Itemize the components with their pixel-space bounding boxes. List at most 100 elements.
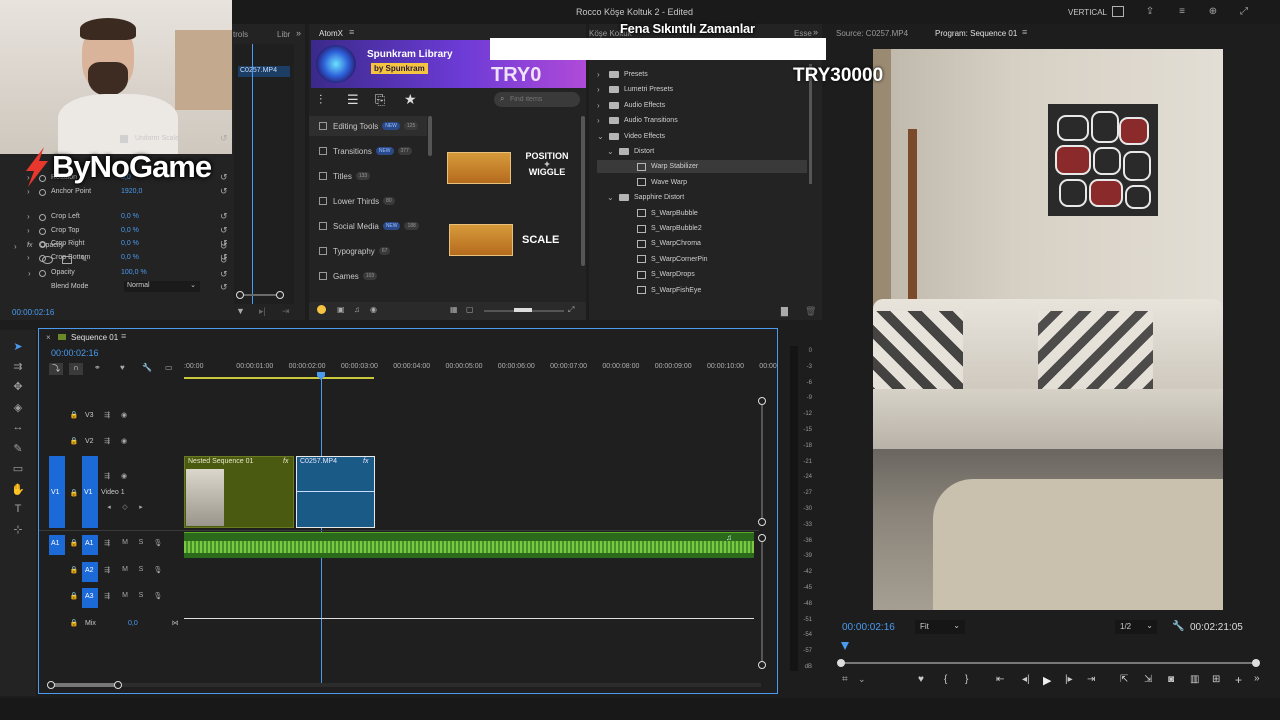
tab-source-monitor[interactable]: Source: C0257.MP4 <box>836 29 908 38</box>
tab-sequence[interactable]: Sequence 01 <box>71 333 118 342</box>
uniform-scale-checkbox[interactable] <box>120 135 128 143</box>
video-scroll-track[interactable] <box>761 405 763 519</box>
audio-clip-a1[interactable]: ♫ <box>184 532 754 558</box>
program-playhead[interactable] <box>841 642 849 650</box>
linked-selection-icon[interactable]: ⚭ <box>94 363 101 372</box>
category-scrollbar[interactable] <box>428 116 432 156</box>
a2-solo-button[interactable]: S <box>135 566 147 578</box>
delete-icon[interactable]: 🗑 <box>805 306 816 317</box>
chevron-down-icon[interactable]: ⌄ <box>597 132 609 141</box>
program-video-frame[interactable] <box>873 49 1223 610</box>
captions-icon[interactable]: ▭ <box>165 363 173 372</box>
tab-libraries[interactable]: Libr <box>277 30 290 39</box>
effects-folder-item[interactable]: › Lumetri Presets <box>597 83 807 96</box>
chevron-down-icon[interactable]: ⌄ <box>607 193 619 202</box>
snap-icon[interactable]: ∩ <box>69 363 83 375</box>
audio-scroll-top-handle[interactable] <box>758 534 766 542</box>
multi-camera-icon[interactable]: ⊞ <box>1212 674 1220 685</box>
chevron-right-icon[interactable]: › <box>597 116 609 125</box>
item-card-scale[interactable]: SCALE <box>442 218 580 268</box>
atomx-category-item[interactable]: Games 103 <box>309 266 378 286</box>
export-icon[interactable]: ⇥ <box>282 306 290 317</box>
favorites-star-icon[interactable]: ★ <box>404 91 417 108</box>
step-forward-icon[interactable]: |▸ <box>1065 674 1073 685</box>
effect-property-row[interactable]: › Crop Bottom 0,0 % ↺ <box>0 252 232 265</box>
hand-tool-icon[interactable]: ✋ <box>10 481 26 497</box>
grid-scrollbar[interactable] <box>581 116 585 266</box>
stopwatch-icon[interactable] <box>39 214 46 221</box>
mark-out-icon[interactable]: } <box>965 674 968 685</box>
video-scroll-bottom-handle[interactable] <box>758 518 766 526</box>
go-to-in-icon[interactable]: ⇤ <box>996 674 1004 685</box>
a2-sync-lock-icon[interactable]: ⇶ <box>101 566 113 578</box>
mix-fx-icon[interactable]: ⋈ <box>169 619 181 631</box>
a3-sync-lock-icon[interactable]: ⇶ <box>101 592 113 604</box>
mark-in-icon[interactable]: { <box>944 674 947 685</box>
ellipse-mask-icon[interactable] <box>42 256 53 264</box>
program-scrubber-track[interactable] <box>840 662 1256 664</box>
work-area-bar[interactable] <box>184 377 374 379</box>
item-card-position-wiggle[interactable]: POSITION + WIGGLE <box>442 146 580 196</box>
v2-lock-icon[interactable]: 🔒 <box>68 437 80 449</box>
v1-sync-lock-icon[interactable]: ⇶ <box>101 472 113 484</box>
reset-mask-icon[interactable]: ↺ <box>220 255 228 266</box>
effects-folder-item[interactable]: ⌄ Distort <box>597 145 807 158</box>
chevron-right-icon[interactable]: › <box>27 212 30 221</box>
opacity-group-chevron-icon[interactable]: › <box>14 242 17 251</box>
step-back-icon[interactable]: ◂| <box>1022 674 1030 685</box>
v3-lock-icon[interactable]: 🔒 <box>68 411 80 423</box>
grid-large-icon[interactable]: ▢ <box>466 305 474 314</box>
workspace-label[interactable]: VERTICAL <box>1068 8 1107 17</box>
reset-uniform-scale-icon[interactable]: ↺ <box>220 133 228 144</box>
atomx-category-item[interactable]: Lower Thirds 80 <box>309 191 395 211</box>
effect-controls-playhead[interactable] <box>252 44 253 304</box>
clip-chip[interactable]: C0257.MP4 <box>238 66 290 77</box>
timeline-settings-wrench-icon[interactable]: 🔧 <box>142 363 152 372</box>
extract-icon[interactable]: ⇲ <box>1144 674 1152 685</box>
effect-property-row[interactable]: › Crop Left 0,0 % ↺ <box>0 211 232 224</box>
atomx-category-item[interactable]: Titles 133 <box>309 166 371 186</box>
property-value[interactable]: 0,0 % <box>121 227 139 234</box>
play-icon[interactable]: ▶ <box>1043 674 1051 687</box>
a1-solo-button[interactable]: S <box>135 539 147 551</box>
opacity-chevron-icon[interactable]: › <box>28 269 31 278</box>
v3-eye-icon[interactable]: ◉ <box>118 411 130 423</box>
overlay-settings-chevron-icon[interactable]: ⌄ <box>858 674 866 685</box>
nest-toggle-icon[interactable]: ⤵ <box>49 363 63 375</box>
new-bin-icon[interactable]: ▇ <box>781 306 788 317</box>
slip-tool-icon[interactable]: ↔ <box>10 419 26 435</box>
export-frame-icon[interactable]: ◙ <box>1168 674 1174 685</box>
rectangle-tool-icon[interactable]: ▭ <box>10 460 26 476</box>
effects-effect-item[interactable]: S_WarpBubble <box>597 207 807 220</box>
slider-handle[interactable] <box>514 308 532 312</box>
effects-effect-item[interactable]: S_WarpFishEye <box>597 284 807 297</box>
property-value[interactable]: 1920,0 <box>121 188 142 195</box>
go-to-out-icon[interactable]: ⇥ <box>1087 674 1095 685</box>
comparison-view-icon[interactable]: ▥ <box>1190 674 1199 685</box>
settings-wrench-icon[interactable]: 🔧 <box>1172 621 1184 632</box>
caption-tool-icon[interactable]: ⊹ <box>10 521 26 537</box>
effects-effect-item[interactable]: S_WarpBubble2 <box>597 222 807 235</box>
pen-tool-icon[interactable]: ✎ <box>10 440 26 456</box>
tab-program-monitor[interactable]: Program: Sequence 01 <box>935 29 1017 38</box>
chevron-right-icon[interactable]: › <box>597 85 609 94</box>
chevron-right-icon[interactable]: › <box>597 101 609 110</box>
scroll-handle-right[interactable] <box>276 291 284 299</box>
atomx-category-item[interactable]: Editing Tools NEW 125 <box>309 116 427 136</box>
maximize-icon[interactable]: ⤢ <box>1238 5 1250 17</box>
panel-menu-icon[interactable]: ≡ <box>349 27 354 37</box>
timeline-zoom-handle-right[interactable] <box>114 681 122 689</box>
timeline-zoom-scroll-track[interactable] <box>51 683 761 687</box>
fullscreen-icon[interactable]: ⤢ <box>568 305 574 315</box>
thumbnail-size-slider[interactable] <box>484 308 564 312</box>
selection-tool-icon[interactable]: ➤ <box>10 338 26 354</box>
a1-lock-icon[interactable]: 🔒 <box>68 539 80 551</box>
v1-add-keyframe-icon[interactable]: ◇ <box>119 503 131 515</box>
blend-mode-select[interactable]: Normal ⌄ <box>124 281 200 292</box>
audio-scroll-bottom-handle[interactable] <box>758 661 766 669</box>
property-value[interactable]: 0,0 % <box>121 254 139 261</box>
button-editor-add-icon[interactable]: + <box>1235 673 1242 687</box>
a2-voiceover-mic-icon[interactable]: 🎙 <box>152 566 164 578</box>
ripple-edit-tool-icon[interactable]: ✥ <box>10 378 26 394</box>
chevron-right-icon[interactable]: › <box>597 70 609 79</box>
